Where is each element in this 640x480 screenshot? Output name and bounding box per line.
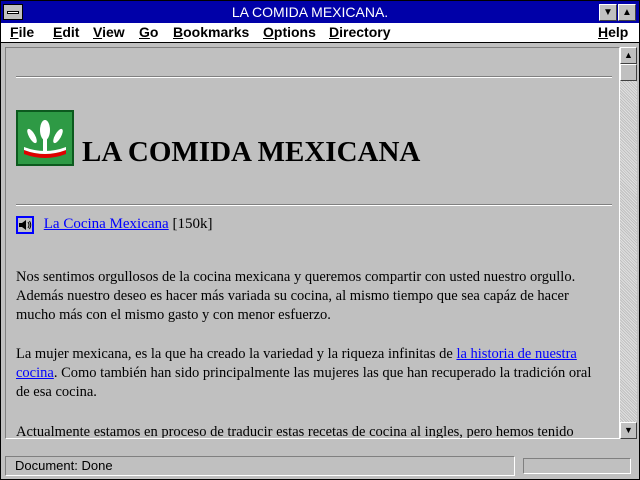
horizontal-rule <box>16 204 612 206</box>
up-arrow-icon: ▲ <box>624 50 633 60</box>
system-menu-button[interactable] <box>3 4 23 20</box>
paragraph-translation: Actualmente estamos en proceso de traduc… <box>16 424 574 439</box>
menu-bookmarks[interactable]: Bookmarks <box>173 24 249 40</box>
scroll-track[interactable] <box>620 81 637 422</box>
menu-bar: File Edit View Go Bookmarks Options Dire… <box>1 23 639 43</box>
system-menu-icon <box>7 11 19 14</box>
document-view[interactable]: LA COMIDA MEXICANA La Cocina Mexicana [1… <box>5 47 620 439</box>
paragraph-text: . Como también han sido principalmente l… <box>16 365 592 400</box>
paragraph-text: La mujer mexicana, es la que ha creado l… <box>16 346 457 362</box>
scroll-down-button[interactable]: ▼ <box>620 422 637 439</box>
audio-file-size: [150k] <box>172 216 213 232</box>
scroll-thumb[interactable] <box>620 64 637 81</box>
maximize-icon: ▲ <box>622 7 632 18</box>
menu-file[interactable]: File <box>10 24 34 40</box>
status-text: Document: Done <box>5 456 515 476</box>
status-bar: Document: Done <box>5 456 635 476</box>
down-arrow-icon: ▼ <box>624 425 633 435</box>
paragraph-intro: Nos sentimos orgullosos de la cocina mex… <box>16 269 576 323</box>
progress-indicator <box>523 458 631 474</box>
minimize-button[interactable]: ▼ <box>599 4 617 21</box>
menu-edit[interactable]: Edit <box>53 24 79 40</box>
vertical-scrollbar[interactable]: ▲ ▼ <box>620 47 637 439</box>
speaker-icon[interactable] <box>16 216 34 234</box>
audio-link-row: La Cocina Mexicana [150k] <box>16 216 212 234</box>
title-bar[interactable]: LA COMIDA MEXICANA. ▼ ▲ <box>1 1 639 23</box>
menu-directory[interactable]: Directory <box>329 24 390 40</box>
horizontal-rule <box>16 76 612 78</box>
scroll-up-button[interactable]: ▲ <box>620 47 637 64</box>
browser-window: LA COMIDA MEXICANA. ▼ ▲ File Edit View G… <box>0 0 640 480</box>
logo-icon <box>16 110 74 166</box>
menu-options[interactable]: Options <box>263 24 316 40</box>
menu-go[interactable]: Go <box>139 24 158 40</box>
menu-view[interactable]: View <box>93 24 125 40</box>
page-heading: LA COMIDA MEXICANA <box>82 136 421 168</box>
window-title: LA COMIDA MEXICANA. <box>231 4 389 20</box>
maximize-button[interactable]: ▲ <box>618 4 636 21</box>
menu-help[interactable]: Help <box>598 24 628 40</box>
minimize-icon: ▼ <box>603 7 613 18</box>
paragraph-history: La mujer mexicana, es la que ha creado l… <box>16 345 606 402</box>
audio-link[interactable]: La Cocina Mexicana <box>44 216 169 232</box>
